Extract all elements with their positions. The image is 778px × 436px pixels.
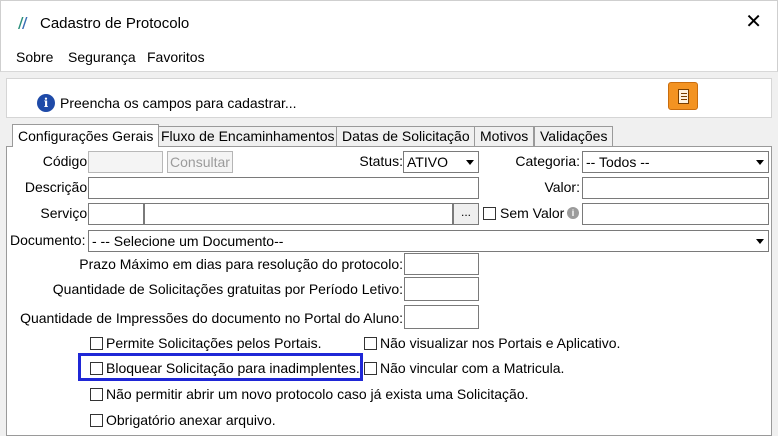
- configuracoes-gerais-panel: Código: Consultar Status: ATIVO Categori…: [6, 146, 772, 436]
- prazo-label: Prazo Máximo em dias para resolução do p…: [79, 256, 403, 272]
- menu-bar: Sobre Segurança Favoritos: [0, 44, 778, 72]
- valor-label: Valor:: [544, 179, 580, 195]
- servico-lookup-button[interactable]: ...: [453, 203, 479, 225]
- info-hint-icon: i: [567, 207, 579, 219]
- valor-field[interactable]: [582, 177, 769, 199]
- nao-vincular-checkbox[interactable]: [364, 362, 377, 375]
- nao-permitir-novo-label: Não permitir abrir um novo protocolo cas…: [106, 386, 529, 402]
- close-icon[interactable]: ✕: [745, 11, 762, 33]
- tab-datas-solicitacao[interactable]: Datas de Solicitação: [336, 126, 476, 146]
- menu-seguranca[interactable]: Segurança: [68, 49, 136, 65]
- impressoes-label: Quantidade de Impressões do documento no…: [20, 310, 403, 326]
- chevron-down-icon: [756, 160, 764, 165]
- tab-validacoes[interactable]: Validações: [534, 126, 614, 146]
- documento-value: - -- Selecione um Documento--: [92, 233, 284, 249]
- codigo-label: Código:: [42, 153, 91, 169]
- servico-code-field[interactable]: [88, 203, 144, 225]
- status-value: ATIVO: [407, 154, 448, 170]
- menu-favoritos[interactable]: Favoritos: [147, 49, 205, 65]
- sem-valor-field[interactable]: [582, 203, 769, 225]
- chevron-down-icon: [466, 160, 474, 165]
- codigo-field[interactable]: [88, 151, 163, 173]
- title-bar: Cadastro de Protocolo ✕: [0, 0, 778, 44]
- prazo-field[interactable]: [404, 253, 479, 275]
- permite-portais-label: Permite Solicitações pelos Portais.: [106, 335, 322, 351]
- obrigatorio-anexar-checkbox[interactable]: [90, 414, 103, 427]
- tab-fluxo-encaminhamentos[interactable]: Fluxo de Encaminhamentos: [155, 126, 341, 146]
- categoria-value: -- Todos --: [586, 154, 650, 170]
- window-title: Cadastro de Protocolo: [40, 15, 190, 32]
- sem-valor-checkbox[interactable]: [483, 207, 496, 220]
- categoria-label: Categoria:: [515, 153, 580, 169]
- obrigatorio-anexar-label: Obrigatório anexar arquivo.: [106, 412, 276, 428]
- status-label: Status:: [359, 153, 403, 169]
- nao-vincular-label: Não vincular com a Matricula.: [380, 360, 565, 376]
- permite-portais-checkbox[interactable]: [90, 337, 103, 350]
- tab-configuracoes-gerais[interactable]: Configurações Gerais: [12, 124, 160, 147]
- status-select[interactable]: ATIVO: [403, 151, 479, 173]
- bloquear-inadimplentes-label: Bloquear Solicitação para inadimplentes.: [106, 360, 360, 376]
- tab-motivos[interactable]: Motivos: [474, 126, 535, 146]
- gratuitas-field[interactable]: [404, 277, 479, 301]
- tab-strip: Configurações Gerais Fluxo de Encaminham…: [0, 124, 778, 147]
- nao-permitir-novo-checkbox[interactable]: [90, 388, 103, 401]
- chevron-down-icon: [756, 239, 764, 244]
- descricao-field[interactable]: [88, 177, 479, 199]
- gratuitas-label: Quantidade de Solicitações gratuitas por…: [52, 281, 403, 297]
- servico-label: Serviço:: [40, 205, 91, 221]
- sem-valor-label: Sem Valor: [500, 205, 565, 221]
- descricao-label: Descrição:: [24, 179, 91, 195]
- info-icon: i: [37, 94, 55, 112]
- document-icon: [678, 89, 689, 104]
- app-logo-icon: [18, 17, 28, 29]
- servico-name-field[interactable]: [144, 203, 453, 225]
- documento-select[interactable]: - -- Selecione um Documento--: [88, 230, 769, 252]
- nao-visualizar-checkbox[interactable]: [364, 337, 377, 350]
- nao-visualizar-label: Não visualizar nos Portais e Aplicativo.: [380, 335, 621, 351]
- info-message: Preencha os campos para cadastrar...: [60, 95, 297, 111]
- bloquear-inadimplentes-checkbox[interactable]: [90, 362, 103, 375]
- consultar-button[interactable]: Consultar: [167, 151, 233, 173]
- menu-sobre[interactable]: Sobre: [16, 49, 53, 65]
- document-report-button[interactable]: [668, 82, 698, 110]
- documento-label: Documento:: [10, 232, 86, 248]
- info-bar: i Preencha os campos para cadastrar...: [6, 78, 772, 118]
- impressoes-field[interactable]: [404, 305, 479, 329]
- categoria-select[interactable]: -- Todos --: [582, 151, 769, 173]
